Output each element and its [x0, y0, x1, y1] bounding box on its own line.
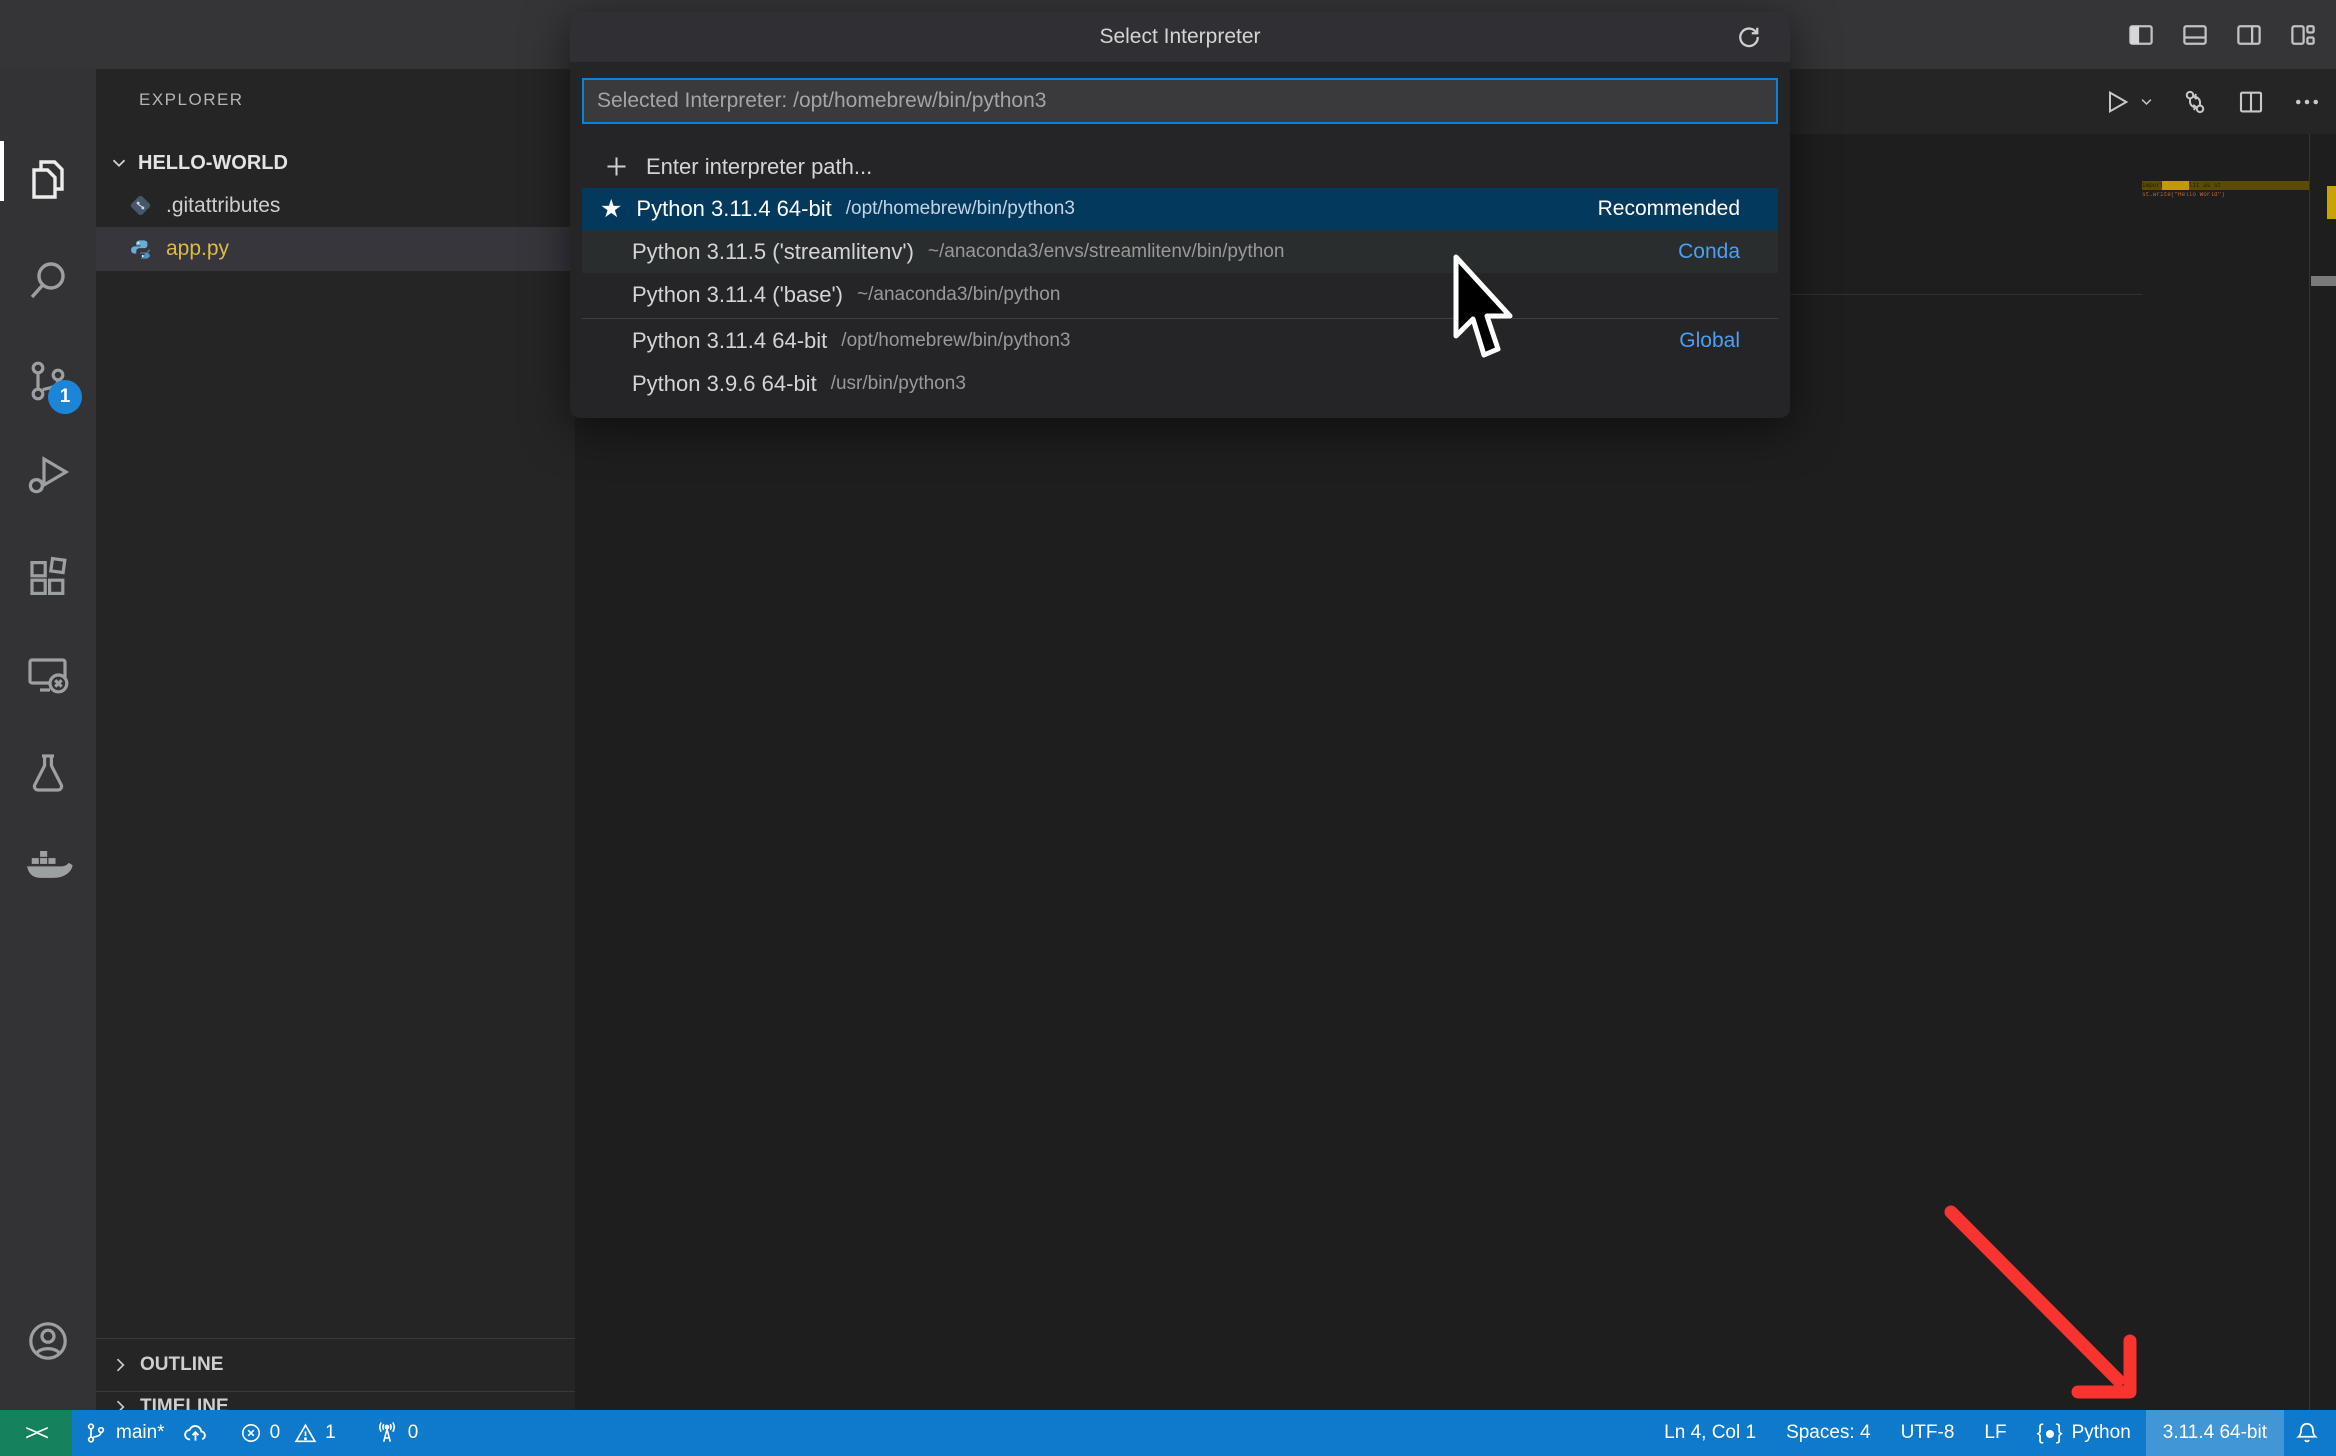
interpreter-input[interactable]: Selected Interpreter: /opt/homebrew/bin/…: [582, 78, 1778, 124]
dialog-title: Select Interpreter: [570, 12, 1790, 62]
toggle-panel-icon[interactable]: [2180, 20, 2210, 50]
explorer-sidebar: EXPLORER HELLO-WORLD .gitattributes: [96, 69, 575, 1410]
git-branch-item[interactable]: main*: [84, 1410, 209, 1456]
error-icon: [239, 1421, 263, 1445]
vscode-window: 1 EXPLORER HELLO-WORLD .gitattributes: [0, 0, 2336, 1456]
git-file-icon: [129, 194, 152, 217]
more-actions-icon[interactable]: [2292, 87, 2322, 117]
encoding-item[interactable]: UTF-8: [1886, 1410, 1970, 1456]
language-mode-item[interactable]: {} Python: [2022, 1410, 2146, 1456]
source-control-icon[interactable]: [0, 345, 96, 417]
conda-tag: Conda: [1678, 240, 1740, 264]
python-interpreter-item[interactable]: 3.11.4 64-bit: [2146, 1410, 2284, 1456]
overview-ruler-find-marker: [2327, 186, 2336, 219]
file-row-gitattributes[interactable]: .gitattributes: [96, 184, 575, 227]
publish-cloud-icon: [181, 1419, 209, 1447]
refresh-icon[interactable]: [1734, 22, 1764, 52]
customize-layout-icon[interactable]: [2288, 20, 2318, 50]
project-name: HELLO-WORLD: [138, 152, 288, 175]
plus-icon: [603, 153, 630, 180]
eol-item[interactable]: LF: [1969, 1410, 2021, 1456]
run-python-file-icon[interactable]: [2103, 88, 2154, 116]
project-root-row[interactable]: HELLO-WORLD: [96, 142, 575, 184]
brackets-icon: {}: [2037, 1421, 2063, 1445]
file-name: .gitattributes: [166, 194, 280, 218]
radio-tower-icon: [374, 1420, 400, 1446]
overview-ruler-cursor-marker: [2311, 276, 2336, 286]
notifications-bell-icon[interactable]: [2284, 1410, 2336, 1456]
activity-bar: 1: [0, 69, 96, 1410]
toggle-secondary-sidebar-icon[interactable]: [2234, 20, 2264, 50]
outline-label: OUTLINE: [140, 1354, 223, 1376]
minimap-line-2: st.write("Hello World"): [2142, 192, 2309, 198]
file-name: app.py: [166, 237, 229, 261]
select-interpreter-dialog: Select Interpreter Selected Interpreter:…: [570, 12, 1790, 418]
python-file-icon: [129, 238, 152, 261]
status-bar: >< main* 0 1: [0, 1410, 2336, 1456]
remote-indicator[interactable]: ><: [0, 1410, 72, 1456]
minimap[interactable]: import streamlit as st st.write("Hello W…: [2142, 181, 2309, 198]
list-separator: [582, 318, 1778, 319]
run-debug-icon[interactable]: [0, 440, 96, 512]
remote-explorer-icon[interactable]: [0, 639, 96, 711]
testing-icon[interactable]: [0, 737, 96, 809]
minimap-line-1: import streamlit as st: [2142, 181, 2309, 190]
interpreter-item-global[interactable]: Python 3.11.4 64-bit /opt/homebrew/bin/p…: [582, 320, 1778, 362]
interpreter-item-streamlitenv[interactable]: Python 3.11.5 ('streamlitenv') ~/anacond…: [582, 230, 1778, 273]
interpreter-item-recommended[interactable]: ★ Python 3.11.4 64-bit /opt/homebrew/bin…: [582, 188, 1778, 230]
open-changes-icon[interactable]: [2180, 87, 2210, 117]
timeline-section-header[interactable]: TIMELINE: [96, 1392, 575, 1410]
indentation-item[interactable]: Spaces: 4: [1771, 1410, 1886, 1456]
recommended-tag: Recommended: [1598, 197, 1740, 221]
accounts-icon[interactable]: [0, 1305, 96, 1377]
chevron-right-icon: [110, 1355, 130, 1375]
search-icon[interactable]: [0, 245, 96, 317]
chevron-down-icon: [108, 152, 130, 174]
outline-section-header[interactable]: OUTLINE: [96, 1339, 575, 1391]
ports-item[interactable]: 0: [374, 1410, 419, 1456]
minimap-find-highlight: [2162, 181, 2189, 190]
interpreter-item-base[interactable]: Python 3.11.4 ('base') ~/anaconda3/bin/p…: [582, 273, 1778, 316]
docker-icon[interactable]: [0, 830, 96, 902]
extensions-icon[interactable]: [0, 541, 96, 613]
problems-item[interactable]: 0 1: [239, 1410, 336, 1456]
current-line-highlight: [1790, 294, 2142, 295]
star-icon: ★: [600, 194, 622, 224]
toggle-sidebar-icon[interactable]: [2126, 20, 2156, 50]
cursor-position-item[interactable]: Ln 4, Col 1: [1649, 1410, 1771, 1456]
split-editor-icon[interactable]: [2236, 87, 2266, 117]
global-tag: Global: [1679, 329, 1740, 353]
enter-interpreter-path-item[interactable]: Enter interpreter path...: [582, 145, 1778, 188]
minimap-separator: [2309, 134, 2310, 1410]
interpreter-item-system[interactable]: Python 3.9.6 64-bit /usr/bin/python3: [582, 362, 1778, 405]
warning-icon: [293, 1421, 318, 1446]
scm-changes-badge: 1: [48, 380, 82, 414]
file-row-app-py[interactable]: app.py: [96, 227, 575, 271]
explorer-title: EXPLORER: [139, 90, 244, 110]
explorer-icon[interactable]: [0, 143, 96, 215]
